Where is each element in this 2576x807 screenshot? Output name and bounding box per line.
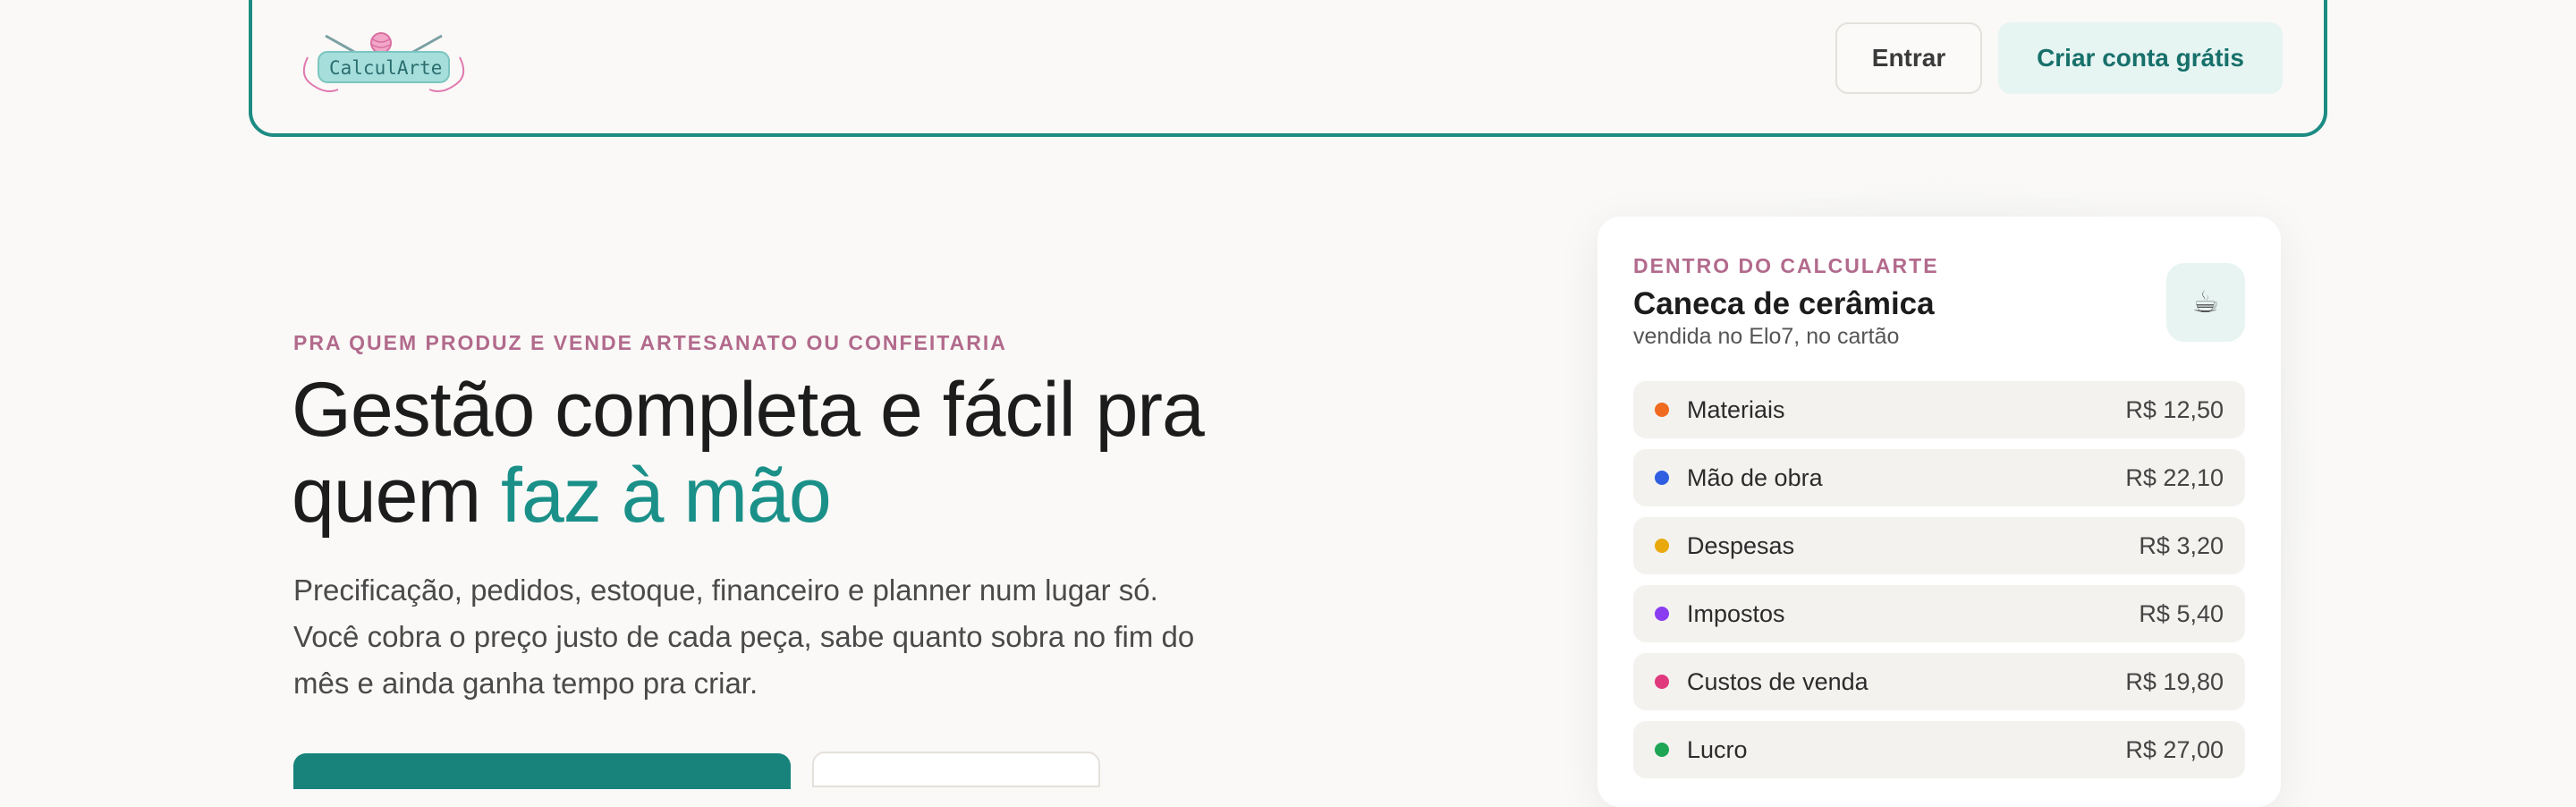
cost-value: R$ 5,40 xyxy=(2139,599,2224,627)
logo-text: CalculArte xyxy=(329,57,443,79)
cost-row-lucro: Lucro R$ 27,00 xyxy=(1633,721,2245,778)
cost-row-impostos: Impostos R$ 5,40 xyxy=(1633,585,2245,642)
calcularte-logo[interactable]: CalculArte xyxy=(299,30,469,100)
color-dot xyxy=(1655,471,1669,485)
cost-label: Despesas xyxy=(1687,531,1795,559)
coffee-cup-icon: ☕ xyxy=(2166,263,2245,342)
hero-headline: Gestão completa e fácil pra quem faz à m… xyxy=(292,367,1275,539)
cost-row-despesas: Despesas R$ 3,20 xyxy=(1633,517,2245,574)
cost-value: R$ 3,20 xyxy=(2139,531,2224,559)
color-dot xyxy=(1655,403,1669,417)
cost-value: R$ 22,10 xyxy=(2125,463,2224,491)
hero-eyebrow: PRA QUEM PRODUZ E VENDE ARTESANATO OU CO… xyxy=(293,331,1007,354)
card-eyebrow: DENTRO DO CALCULARTE xyxy=(1633,254,1939,277)
card-subtitle: vendida no Elo7, no cartão xyxy=(1633,324,1900,349)
pricing-example-card: DENTRO DO CALCULARTE Caneca de cerâmica … xyxy=(1597,217,2281,807)
cost-row-materiais: Materiais R$ 12,50 xyxy=(1633,381,2245,438)
cost-label: Lucro xyxy=(1687,735,1748,763)
primary-cta-button[interactable] xyxy=(293,753,791,789)
secondary-cta-button[interactable] xyxy=(812,752,1100,787)
top-navbar: CalculArte Entrar Criar conta grátis xyxy=(249,0,2327,137)
cost-label: Mão de obra xyxy=(1687,463,1823,491)
color-dot xyxy=(1655,607,1669,621)
cost-value: R$ 27,00 xyxy=(2125,735,2224,763)
cost-label: Custos de venda xyxy=(1687,667,1868,695)
cost-breakdown-list: Materiais R$ 12,50 Mão de obra R$ 22,10 … xyxy=(1633,381,2245,789)
headline-accent: faz à mão xyxy=(501,453,832,539)
color-dot xyxy=(1655,743,1669,757)
color-dot xyxy=(1655,539,1669,553)
login-button[interactable]: Entrar xyxy=(1835,22,1982,94)
cost-label: Impostos xyxy=(1687,599,1785,627)
cost-value: R$ 12,50 xyxy=(2125,395,2224,423)
signup-button[interactable]: Criar conta grátis xyxy=(1998,22,2283,94)
cost-row-mao-de-obra: Mão de obra R$ 22,10 xyxy=(1633,449,2245,506)
color-dot xyxy=(1655,675,1669,689)
cost-row-custos-de-venda: Custos de venda R$ 19,80 xyxy=(1633,653,2245,710)
card-title: Caneca de cerâmica xyxy=(1633,286,1935,321)
cost-label: Materiais xyxy=(1687,395,1785,423)
cost-value: R$ 19,80 xyxy=(2125,667,2224,695)
hero-lead: Precificação, pedidos, estoque, financei… xyxy=(293,573,1195,700)
